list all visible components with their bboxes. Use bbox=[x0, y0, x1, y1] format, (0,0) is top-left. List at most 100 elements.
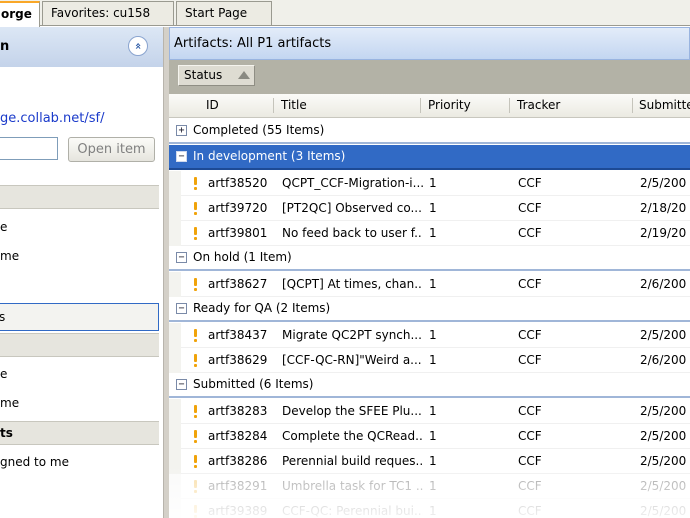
tab-favorites[interactable]: Favorites: cu158 bbox=[42, 1, 174, 25]
left-section-header[interactable] bbox=[0, 333, 159, 357]
row-indent bbox=[169, 272, 181, 297]
group-label: In development (3 Items) bbox=[193, 149, 346, 163]
open-item-button[interactable]: Open item bbox=[68, 137, 155, 162]
tab-collabnet[interactable]: orge bbox=[0, 1, 40, 27]
artifact-priority: 1 bbox=[429, 201, 437, 215]
collapse-minus-icon[interactable]: − bbox=[176, 151, 187, 162]
collapse-minus-icon[interactable]: − bbox=[176, 252, 187, 263]
artifact-row[interactable]: artf38286 Perennial build reques... 1 CCF 2/… bbox=[169, 449, 690, 474]
group-by-bar: Status bbox=[169, 60, 690, 94]
tab-strip: orge Favorites: cu158 Start Page bbox=[0, 0, 690, 27]
priority-exclamation-icon bbox=[193, 202, 198, 215]
left-item[interactable]: e bbox=[0, 220, 7, 234]
artifact-id: artf38520 bbox=[208, 176, 268, 190]
left-section-header[interactable] bbox=[0, 185, 159, 209]
artifact-title: No feed back to user f... bbox=[282, 226, 423, 240]
artifact-submitted-date: 2/5/200 bbox=[640, 328, 687, 342]
priority-exclamation-icon bbox=[193, 354, 198, 367]
priority-exclamation-icon bbox=[193, 278, 198, 291]
artifact-id: artf38286 bbox=[208, 454, 268, 468]
artifact-row[interactable]: artf39801 No feed back to user f... 1 CCF 2/… bbox=[169, 221, 690, 246]
column-header-id[interactable]: ID bbox=[206, 94, 219, 117]
artifacts-pane: Artifacts: All P1 artifacts Status ID Ti… bbox=[169, 27, 690, 518]
artifact-id: artf38291 bbox=[208, 479, 268, 493]
artifact-title: Develop the SFEE Plu... bbox=[282, 404, 422, 418]
artifact-priority: 1 bbox=[429, 454, 437, 468]
column-divider[interactable] bbox=[273, 98, 274, 113]
artifact-id: artf38629 bbox=[208, 353, 268, 367]
artifact-id: artf39389 bbox=[208, 504, 268, 518]
row-indent bbox=[169, 348, 181, 373]
server-url-link[interactable]: ge.collab.net/sf/ bbox=[0, 111, 105, 126]
priority-exclamation-icon bbox=[193, 177, 198, 190]
artifact-row[interactable]: artf39720 [PT2QC] Observed co... 1 CCF 2/18/… bbox=[169, 196, 690, 221]
artifact-row[interactable]: artf38520 QCPT_CCF-Migration-i... 1 CCF 2/5/… bbox=[169, 171, 690, 196]
artifact-submitted-date: 2/5/200 bbox=[640, 429, 687, 443]
artifact-submitted-date: 2/5/200 bbox=[640, 479, 687, 493]
left-section-header[interactable]: ts bbox=[0, 421, 159, 445]
artifact-row[interactable]: artf38437 Migrate QC2PT synch... 1 CCF 2/5/2… bbox=[169, 323, 690, 348]
artifact-submitted-date: 2/5/200 bbox=[640, 504, 687, 518]
column-divider[interactable] bbox=[509, 98, 510, 113]
artifact-title: [CCF-QC-RN]"Weird a... bbox=[282, 353, 422, 367]
artifact-priority: 1 bbox=[429, 277, 437, 291]
collapse-minus-icon[interactable]: − bbox=[176, 379, 187, 390]
collapse-chevron-icon[interactable]: « bbox=[128, 36, 148, 56]
left-pane-title: n bbox=[0, 39, 10, 54]
column-divider[interactable] bbox=[420, 98, 421, 113]
tab-label: Start Page bbox=[185, 6, 248, 20]
group-row[interactable]: + Completed (55 Items) bbox=[169, 119, 690, 144]
artifact-row[interactable]: artf38627 [QCPT] At times, chan... 1 CCF 2/6… bbox=[169, 272, 690, 297]
open-item-input[interactable] bbox=[0, 137, 58, 160]
group-row[interactable]: − Ready for QA (2 Items) bbox=[169, 297, 690, 322]
artifact-row[interactable]: artf38629 [CCF-QC-RN]"Weird a... 1 CCF 2/6/2… bbox=[169, 348, 690, 373]
left-item[interactable]: me bbox=[0, 249, 19, 263]
column-divider[interactable] bbox=[632, 98, 633, 113]
column-header-priority[interactable]: Priority bbox=[428, 94, 471, 117]
artifact-row[interactable]: artf38284 Complete the QCRead... 1 CCF 2/5/2… bbox=[169, 424, 690, 449]
group-by-label: Status bbox=[184, 68, 223, 82]
priority-exclamation-icon bbox=[193, 430, 198, 443]
group-row[interactable]: − In development (3 Items) bbox=[169, 145, 690, 170]
tab-start-page[interactable]: Start Page bbox=[176, 1, 272, 25]
column-header-title[interactable]: Title bbox=[281, 94, 307, 117]
artifact-title: Complete the QCRead... bbox=[282, 429, 423, 443]
group-row[interactable]: − Submitted (6 Items) bbox=[169, 373, 690, 398]
artifact-submitted-date: 2/18/20 bbox=[640, 201, 687, 215]
group-row[interactable]: − On hold (1 Item) bbox=[169, 246, 690, 271]
artifact-row[interactable]: artf38283 Develop the SFEE Plu... 1 CCF 2/5/… bbox=[169, 399, 690, 424]
left-item-selected[interactable]: s bbox=[0, 303, 159, 331]
artifact-tracker: CCF bbox=[518, 226, 542, 240]
expand-plus-icon[interactable]: + bbox=[176, 125, 187, 136]
artifact-submitted-date: 2/5/200 bbox=[640, 454, 687, 468]
artifact-id: artf38284 bbox=[208, 429, 268, 443]
left-pane-header: n « bbox=[0, 27, 163, 67]
left-item-label: s bbox=[0, 310, 6, 324]
artifact-id: artf38627 bbox=[208, 277, 268, 291]
artifact-priority: 1 bbox=[429, 176, 437, 190]
left-section-label: ts bbox=[0, 426, 13, 440]
artifact-tracker: CCF bbox=[518, 176, 542, 190]
column-header-tracker[interactable]: Tracker bbox=[517, 94, 560, 117]
artifact-id: artf38437 bbox=[208, 328, 268, 342]
group-label: Completed (55 Items) bbox=[193, 123, 325, 137]
column-header-submitted[interactable]: Submitte bbox=[639, 94, 690, 117]
artifact-title: CCF-QC: Perennial bui... bbox=[282, 504, 423, 518]
left-item[interactable]: me bbox=[0, 396, 19, 410]
artifact-submitted-date: 2/6/200 bbox=[640, 353, 687, 367]
group-by-status-chip[interactable]: Status bbox=[178, 65, 255, 86]
artifact-submitted-date: 2/6/200 bbox=[640, 277, 687, 291]
row-indent bbox=[169, 196, 181, 221]
artifact-submitted-date: 2/5/200 bbox=[640, 404, 687, 418]
artifact-id: artf38283 bbox=[208, 404, 268, 418]
artifact-title: [PT2QC] Observed co... bbox=[282, 201, 422, 215]
artifact-row[interactable]: artf38291 Umbrella task for TC1 ... 1 CCF 2/… bbox=[169, 474, 690, 499]
artifact-priority: 1 bbox=[429, 226, 437, 240]
left-item[interactable]: e bbox=[0, 367, 7, 381]
left-item[interactable]: gned to me bbox=[0, 455, 69, 469]
artifact-priority: 1 bbox=[429, 353, 437, 367]
artifact-tracker: CCF bbox=[518, 404, 542, 418]
collapse-minus-icon[interactable]: − bbox=[176, 303, 187, 314]
artifact-tracker: CCF bbox=[518, 429, 542, 443]
artifact-row[interactable]: artf39389 CCF-QC: Perennial bui... 1 CCF 2/5… bbox=[169, 499, 690, 518]
